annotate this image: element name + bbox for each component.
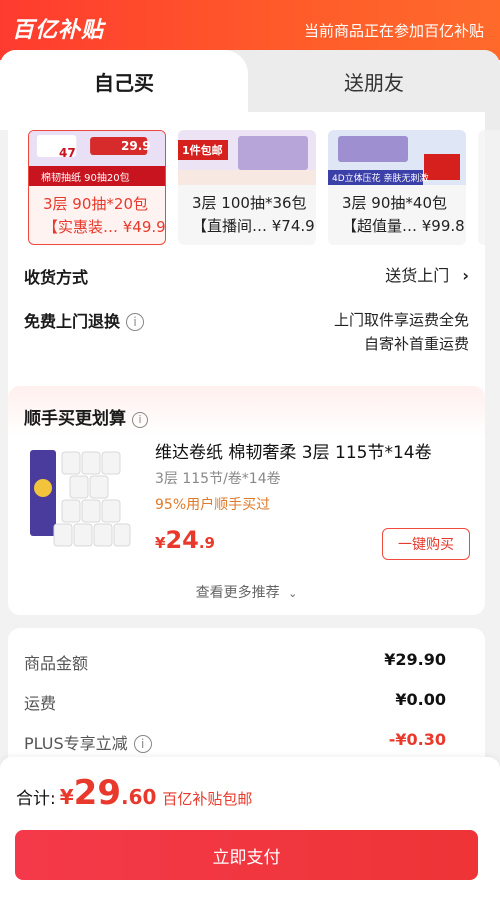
variant-option-1[interactable]: 47 29.9 棉韧抽纸 90抽20包 3层 90抽*20包 【实惠装… ¥49… (28, 130, 166, 245)
addon-price-currency: ¥ (155, 534, 166, 552)
variant-price-line: 【直播间… ¥74.9 (192, 217, 315, 235)
summary-row-shipping: 运费 ¥0.00 (24, 690, 446, 714)
summary-row-subtotal: 商品金额 ¥29.90 (24, 650, 446, 674)
addon-price-int: 24 (165, 526, 199, 554)
summary-label: 商品金额 (24, 654, 89, 673)
variant-badge-price-a: 47 (59, 146, 76, 160)
pay-now-button[interactable]: 立即支付 (15, 830, 478, 880)
total-int: 29 (73, 773, 121, 813)
summary-row-plus-discount: PLUS专享立减 i -¥0.30 (24, 730, 446, 754)
returns-row: 免费上门退换 i 上门取件享运费全免 自寄补首重运费 (24, 308, 469, 360)
variant-thumb-caption: 棉韧抽纸 90抽20包 (41, 173, 130, 184)
variant-option-more[interactable] (478, 130, 485, 245)
addon-title: 顺手买更划算 (24, 409, 126, 429)
variant-price-line: 【超值量… ¥99.8 (342, 217, 465, 235)
info-icon[interactable]: i (132, 412, 148, 428)
more-recommendations-label: 查看更多推荐 (195, 585, 280, 601)
total-dec: .60 (120, 785, 157, 809)
one-click-buy-button[interactable]: 一键购买 (382, 528, 470, 560)
chevron-down-icon: ⌄ (288, 587, 298, 600)
total-note: 百亿补贴包邮 (162, 790, 253, 808)
variant-price-line: 【实惠装… ¥49.9 (43, 218, 166, 236)
returns-value: 上门取件享运费全免 自寄补首重运费 (334, 308, 469, 356)
info-icon[interactable]: i (133, 735, 152, 753)
returns-label: 免费上门退换 (24, 312, 121, 331)
summary-label: 运费 (24, 694, 57, 713)
tab-send-to-friend[interactable]: 送朋友 (248, 50, 500, 112)
checkout-bar: 合计: ¥29.60 百亿补贴包邮 立即支付 (0, 757, 500, 899)
summary-value: -¥0.30 (388, 730, 446, 749)
variant-thumb-caption: 4D立体压花 亲肤无刺激 (332, 174, 429, 184)
addon-recommend-card: 顺手买更划算 i 维达卷纸 棉韧奢柔 3层 115节*14卷 3层 115节/卷… (8, 386, 485, 615)
order-options-card: 47 29.9 棉韧抽纸 90抽20包 3层 90抽*20包 【实惠装… ¥49… (8, 112, 485, 421)
addon-price: ¥24.9 (155, 526, 215, 554)
variant-badge-price-b: 29.9 (121, 139, 151, 153)
variant-thumb-caption: 1件包邮 (182, 144, 223, 157)
addon-product-name[interactable]: 维达卷纸 棉韧奢柔 3层 115节*14卷 (155, 438, 432, 463)
variant-spec: 3层 100抽*36包 (192, 194, 307, 212)
summary-value: ¥0.00 (395, 690, 446, 709)
variant-spec: 3层 90抽*40包 (342, 194, 447, 212)
total-currency: ¥ (59, 785, 74, 809)
delivery-label: 收货方式 (24, 268, 89, 287)
delivery-row[interactable]: 收货方式 送货上门 › (24, 264, 469, 294)
total-label: 合计: (16, 789, 56, 809)
chevron-right-icon: › (462, 266, 469, 285)
variant-option-3[interactable]: 4D立体压花 亲肤无刺激 3层 90抽*40包 【超值量… ¥99.8 (328, 130, 466, 245)
variant-list: 47 29.9 棉韧抽纸 90抽20包 3层 90抽*20包 【实惠装… ¥49… (28, 130, 485, 245)
addon-product-spec: 3层 115节/卷*14卷 (155, 471, 281, 487)
variant-option-2[interactable]: 1件包邮 3层 100抽*36包 【直播间… ¥74.9 (178, 130, 316, 245)
subsidy-logo: 百亿补贴 (12, 18, 105, 43)
variant-spec: 3层 90抽*20包 (43, 195, 148, 213)
addon-buy-rate: 95%用户顺手买过 (155, 497, 271, 513)
returns-value-line2: 自寄补首重运费 (363, 335, 469, 353)
delivery-value-wrap: 送货上门 › (385, 264, 469, 288)
returns-label-wrap: 免费上门退换 i (24, 308, 145, 332)
delivery-value: 送货上门 (385, 266, 450, 285)
summary-value: ¥29.90 (384, 650, 446, 669)
order-total: 合计: ¥29.60 百亿补贴包邮 (16, 773, 252, 813)
info-icon[interactable]: i (126, 313, 145, 331)
summary-label: PLUS专享立减 (24, 734, 128, 753)
subsidy-notice: 当前商品正在参加百亿补贴 (303, 22, 484, 40)
returns-value-line1: 上门取件享运费全免 (333, 311, 469, 329)
more-recommendations-link[interactable]: 查看更多推荐 ⌄ (8, 582, 485, 602)
addon-product-image (24, 442, 134, 552)
addon-price-dec: .9 (198, 534, 215, 552)
addon-title-wrap: 顺手买更划算 i (24, 404, 148, 429)
